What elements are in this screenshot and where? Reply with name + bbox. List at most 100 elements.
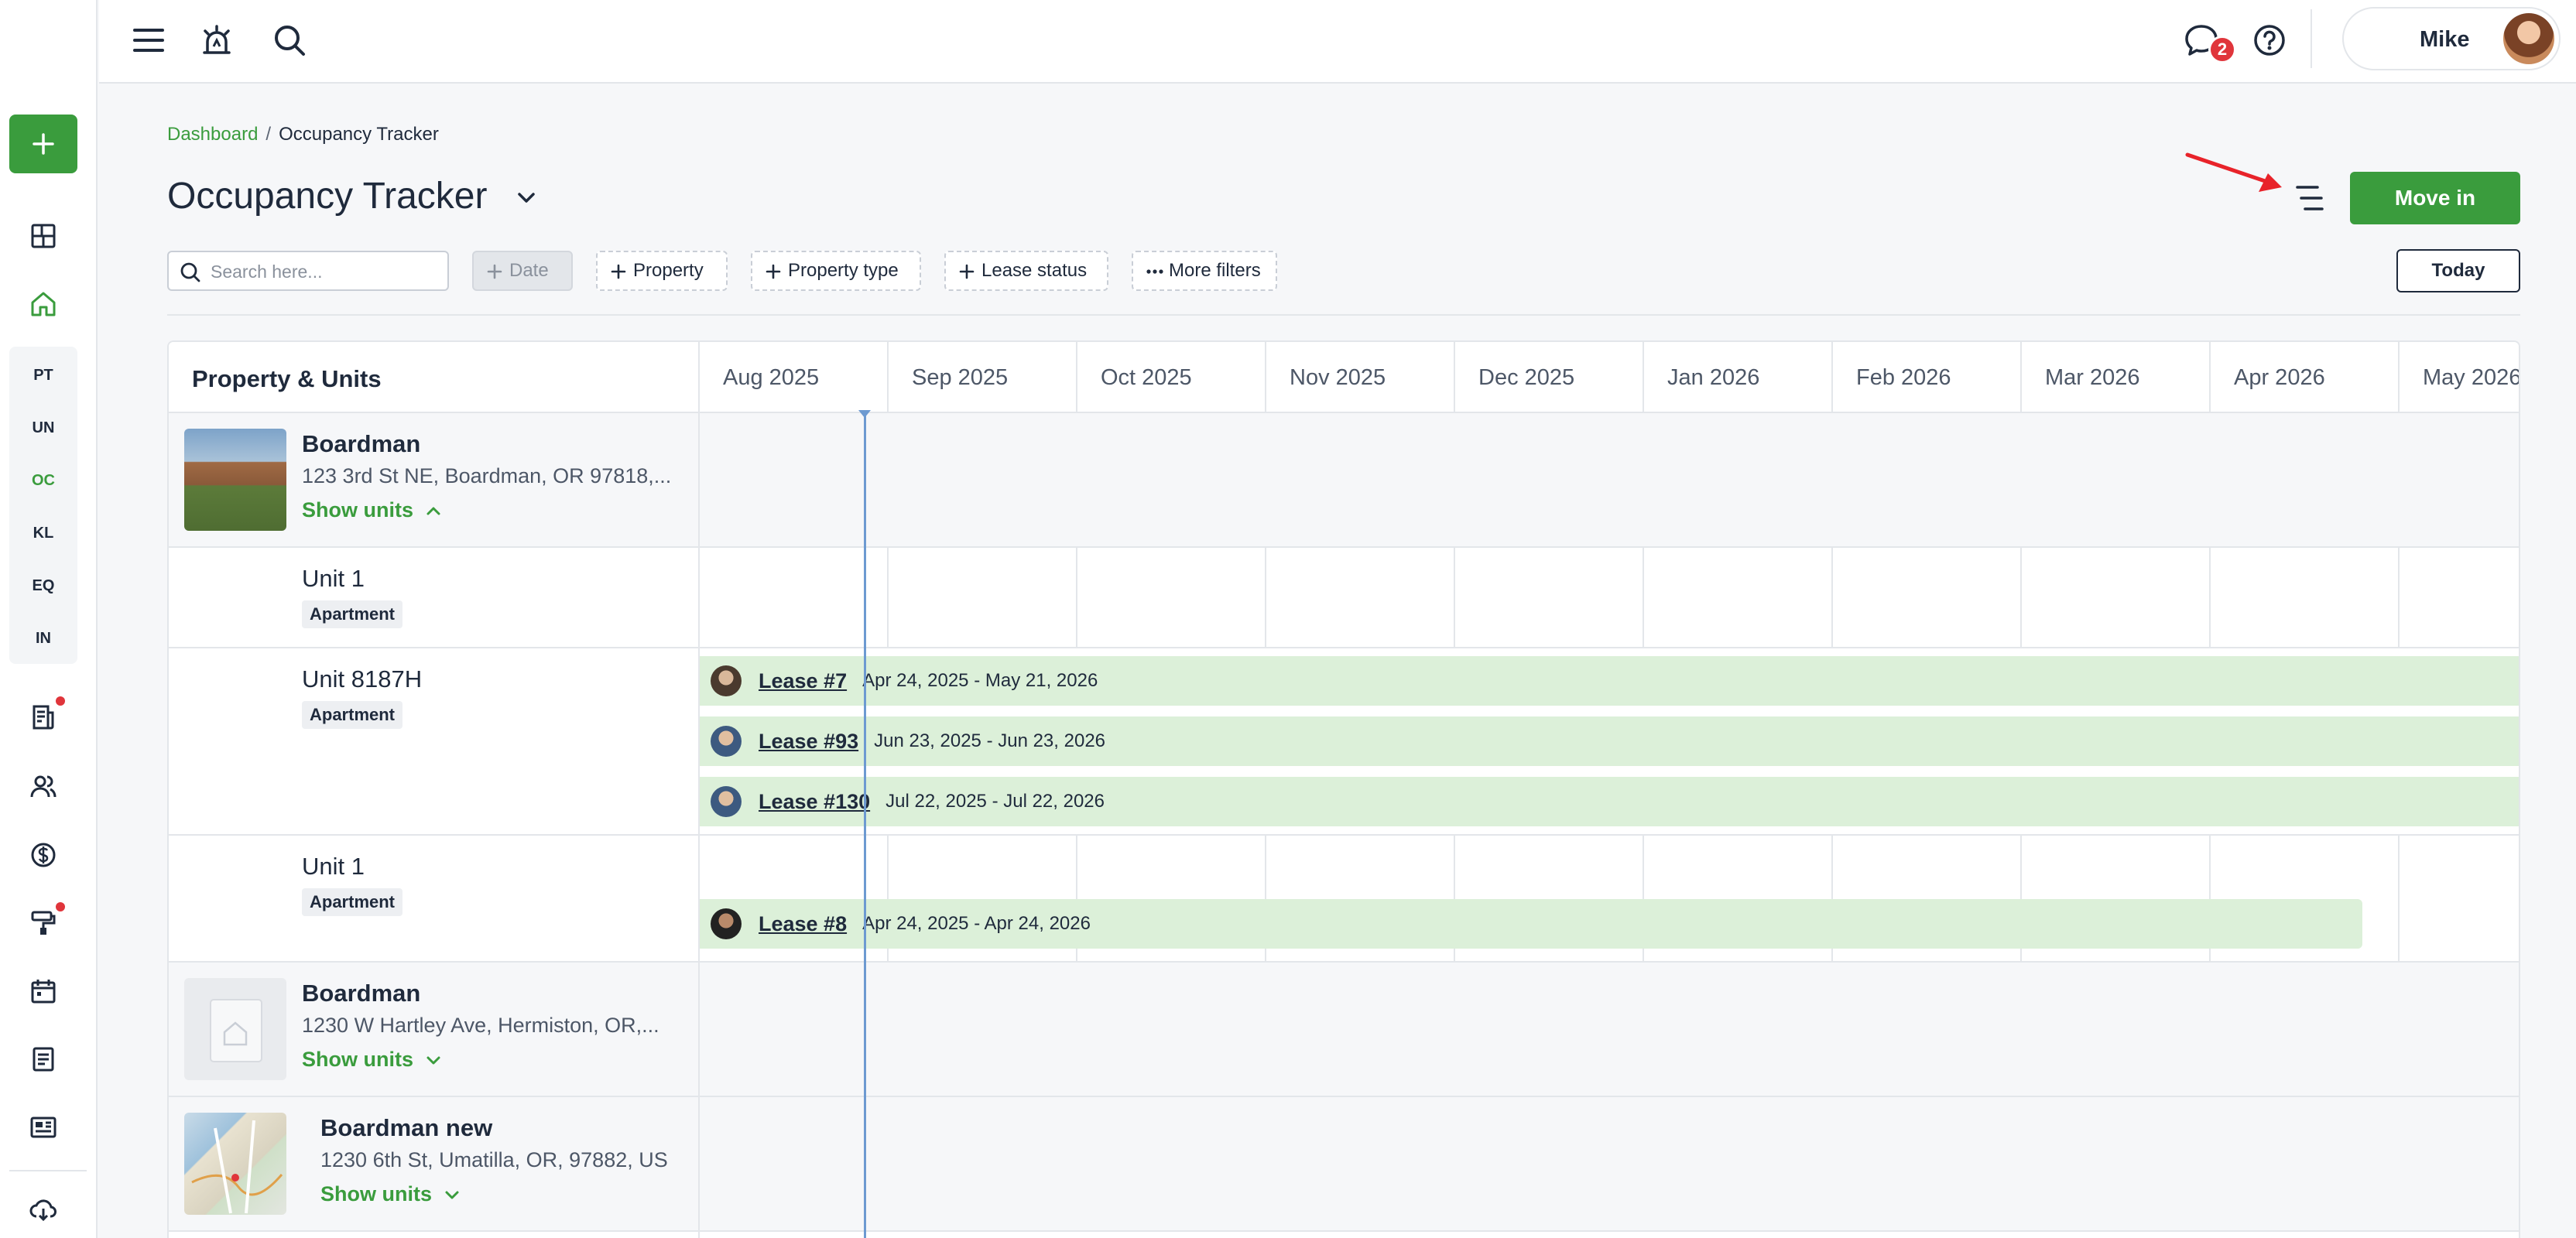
sidebar-divider [9, 1170, 87, 1171]
lease-bar[interactable]: Lease #8 Apr 24, 2025 - Apr 24, 2026 [700, 899, 2362, 949]
lease-dates: Jul 22, 2025 - Jul 22, 2026 [886, 791, 1105, 812]
user-menu[interactable]: Mike [2342, 7, 2561, 70]
paint-roller-icon [31, 911, 56, 935]
property-address: 123 3rd St NE, Boardman, OR 97818,... [302, 464, 672, 487]
annotation-arrow-icon [2185, 152, 2282, 192]
breadcrumb-current: Occupancy Tracker [279, 124, 439, 145]
lease-bar[interactable]: Lease #130 Jul 22, 2025 - Jul 22, 2026 [700, 777, 2519, 826]
date-filter[interactable]: Date [472, 251, 573, 291]
sidebar-code-eq[interactable]: EQ [9, 577, 77, 595]
lease-link[interactable]: Lease #7 [759, 669, 847, 693]
search-field[interactable] [167, 251, 449, 291]
sidebar-accounting[interactable] [24, 836, 63, 874]
show-units-label: Show units [302, 1048, 413, 1071]
siren-icon [203, 25, 231, 54]
property-name: Boardman [302, 430, 421, 457]
document-icon [33, 705, 54, 730]
breadcrumb-dashboard[interactable]: Dashboard [167, 124, 258, 145]
sidebar-properties[interactable] [24, 285, 63, 323]
unit-type-tag: Apartment [302, 888, 403, 916]
unit-row: Unit 1 Apartment Lease #8 Apr 24, 2025 -… [169, 836, 2519, 963]
add-new-button[interactable] [9, 115, 77, 173]
property-row[interactable]: Boardman new 1230 6th St, Umatilla, OR, … [169, 1097, 2519, 1232]
unit-type-tag: Apartment [302, 600, 403, 628]
menu-button[interactable] [127, 19, 170, 62]
lease-bar[interactable]: Lease #7 Apr 24, 2025 - May 21, 2026 [700, 656, 2519, 706]
title-dropdown-toggle[interactable] [514, 186, 539, 210]
move-in-button[interactable]: Move in [2350, 172, 2520, 224]
grid-icon [31, 224, 56, 248]
unit-row: Unit 8187H Apartment Lease #7 Apr 24, 20… [169, 648, 2519, 836]
property-address: 1230 6th St, Umatilla, OR, 97882, US [320, 1148, 668, 1171]
today-button[interactable]: Today [2396, 249, 2520, 292]
sidebar-code-in[interactable]: IN [9, 630, 77, 648]
lease-link[interactable]: Lease #93 [759, 730, 858, 754]
sidebar-people[interactable] [24, 768, 63, 806]
property-map-thumbnail [184, 1113, 286, 1215]
chevron-down-icon [426, 1056, 440, 1064]
messages-badge: 2 [2208, 36, 2236, 63]
search-icon [275, 26, 305, 56]
occupancy-grid: Property & Units Aug 2025 Sep 2025 Oct 2… [167, 340, 2520, 1238]
month-header: Dec 2025 [1454, 342, 1643, 413]
sidebar-code-oc[interactable]: OC [9, 472, 77, 490]
unit-name[interactable]: Unit 1 [302, 853, 365, 881]
hamburger-icon [133, 29, 164, 52]
lease-status-filter-label: Lease status [981, 260, 1088, 281]
property-filter[interactable]: Property [596, 251, 728, 291]
sidebar-downloads[interactable] [24, 1190, 63, 1229]
more-filters-button[interactable]: More filters [1132, 251, 1277, 291]
plus-icon [33, 133, 54, 155]
lease-dates: Jun 23, 2025 - Jun 23, 2026 [874, 730, 1106, 751]
home-icon [31, 292, 56, 316]
notification-dot [56, 696, 65, 706]
unit-name[interactable]: Unit 8187H [302, 665, 422, 693]
property-row[interactable]: Boardman 123 3rd St NE, Boardman, OR 978… [169, 413, 2519, 548]
grid-header: Property & Units Aug 2025 Sep 2025 Oct 2… [169, 342, 2519, 413]
month-header: Jan 2026 [1643, 342, 1831, 413]
chevron-down-icon [445, 1191, 459, 1199]
search-icon [180, 262, 200, 282]
search-button[interactable] [268, 19, 311, 62]
column-divider [698, 342, 700, 1238]
property-row[interactable]: Boardman 1230 W Hartley Ave, Hermiston, … [169, 963, 2519, 1097]
lease-dates: Apr 24, 2025 - May 21, 2026 [862, 670, 1098, 691]
sidebar-calendar[interactable] [24, 972, 63, 1011]
property-type-filter[interactable]: Property type [751, 251, 921, 291]
dollar-icon [31, 843, 56, 867]
map-route-icon [191, 1120, 283, 1214]
lease-bar[interactable]: Lease #93 Jun 23, 2025 - Jun 23, 2026 [700, 716, 2519, 766]
sort-button[interactable] [2293, 181, 2327, 215]
plus-icon [766, 264, 781, 279]
sidebar-listings[interactable] [24, 1108, 63, 1147]
lease-link[interactable]: Lease #130 [759, 790, 870, 814]
sidebar-code-un[interactable]: UN [9, 419, 77, 437]
cloud-download-icon [29, 1199, 57, 1222]
unit-type-tag: Apartment [302, 701, 403, 729]
sort-lines-icon [2296, 186, 2324, 210]
unit-name[interactable]: Unit 1 [302, 565, 365, 593]
show-units-toggle[interactable]: Show units [302, 1048, 443, 1072]
show-units-toggle[interactable]: Show units [302, 498, 443, 522]
alerts-button[interactable] [195, 19, 238, 62]
help-button[interactable] [2248, 19, 2291, 62]
sidebar-dashboard[interactable] [24, 217, 63, 255]
search-input[interactable] [211, 258, 435, 285]
plus-icon [487, 264, 502, 279]
sidebar-code-pt[interactable]: PT [9, 367, 77, 385]
show-units-label: Show units [302, 498, 413, 522]
page-title: Occupancy Tracker [167, 176, 488, 217]
lease-status-filter[interactable]: Lease status [944, 251, 1108, 291]
left-sidebar: PT UN OC KL EQ IN [0, 0, 98, 1238]
newspaper-icon [30, 1117, 57, 1138]
topbar-divider [2311, 9, 2312, 68]
month-header: Feb 2026 [1831, 342, 2020, 413]
today-line [864, 413, 866, 1238]
calendar-icon [31, 980, 56, 1004]
show-units-toggle[interactable]: Show units [320, 1182, 461, 1206]
lease-link[interactable]: Lease #8 [759, 912, 847, 936]
sidebar-documents[interactable] [24, 1040, 63, 1079]
sidebar-code-kl[interactable]: KL [9, 525, 77, 542]
month-header: May 2026 [2398, 342, 2519, 413]
tenant-avatar [711, 908, 742, 939]
